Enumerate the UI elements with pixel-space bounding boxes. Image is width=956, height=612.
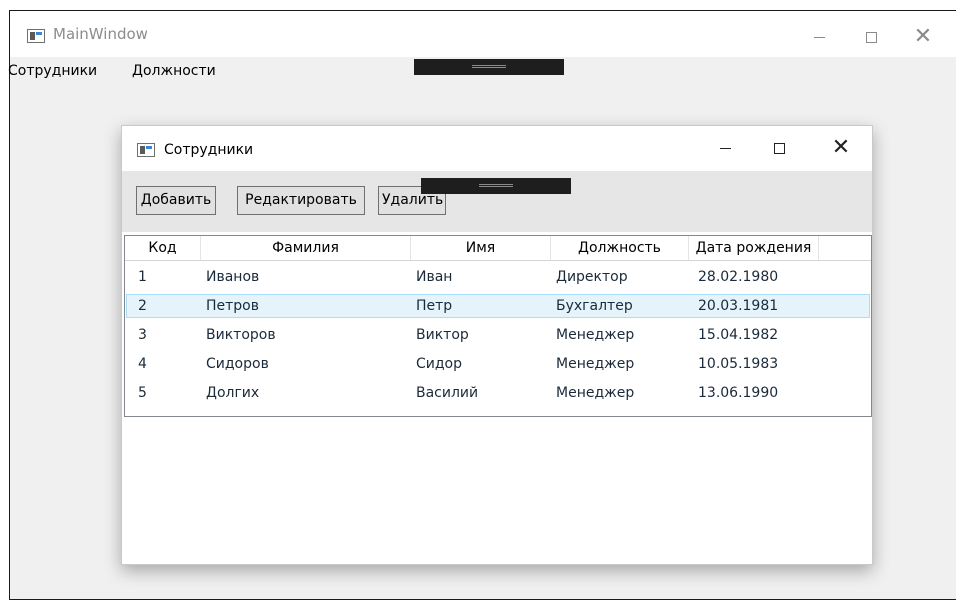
window-icon [27, 29, 45, 43]
cell-firstname: Сидор [416, 356, 463, 372]
close-button[interactable]: ✕ [900, 21, 946, 53]
cell-birthdate: 20.03.1981 [698, 298, 779, 314]
cell-lastname: Викторов [206, 327, 276, 343]
close-button[interactable]: ✕ [818, 132, 864, 164]
cell-id: 3 [138, 327, 147, 343]
cell-firstname: Виктор [416, 327, 469, 343]
menu-item-positions[interactable]: Должности [132, 63, 216, 79]
debug-toolbar-handle[interactable] [414, 59, 564, 75]
column-header-firstname[interactable]: Имя [411, 236, 551, 260]
grid-header: Код Фамилия Имя Должность Дата рождения [125, 236, 871, 261]
cell-id: 4 [138, 356, 147, 372]
debug-toolbar-handle[interactable] [421, 178, 571, 194]
main-window-title: MainWindow [53, 25, 148, 43]
cell-position: Менеджер [556, 385, 635, 401]
column-header-id[interactable]: Код [125, 236, 201, 260]
column-header-lastname[interactable]: Фамилия [201, 236, 411, 260]
cell-lastname: Иванов [206, 269, 260, 285]
cell-firstname: Петр [416, 298, 453, 314]
window-icon [137, 143, 155, 157]
table-row[interactable]: 1 Иванов Иван Директор 28.02.1980 [126, 265, 870, 289]
cell-id: 5 [138, 385, 147, 401]
main-window: MainWindow ✕ Сотрудники Должности Сотруд… [8, 10, 956, 600]
main-titlebar[interactable]: MainWindow ✕ [10, 11, 956, 57]
cell-id: 1 [138, 269, 147, 285]
column-header-birthdate[interactable]: Дата рождения [689, 236, 819, 260]
child-window-title: Сотрудники [164, 142, 254, 158]
child-titlebar[interactable]: Сотрудники ✕ [122, 126, 872, 171]
cell-position: Директор [556, 269, 628, 285]
edit-button[interactable]: Редактировать [237, 186, 365, 215]
cell-firstname: Иван [416, 269, 453, 285]
cell-lastname: Долгих [206, 385, 260, 401]
table-row[interactable]: 4 Сидоров Сидор Менеджер 10.05.1983 [126, 352, 870, 376]
employees-window: Сотрудники ✕ Добавить Редактировать Удал… [121, 125, 873, 565]
cell-lastname: Петров [206, 298, 259, 314]
close-icon: ✕ [913, 24, 933, 49]
cell-firstname: Василий [416, 385, 479, 401]
cell-birthdate: 28.02.1980 [698, 269, 779, 285]
add-button[interactable]: Добавить [136, 186, 216, 215]
maximize-button[interactable] [848, 21, 894, 53]
menu-item-employees[interactable]: Сотрудники [8, 63, 97, 79]
employees-grid[interactable]: Код Фамилия Имя Должность Дата рождения … [124, 235, 872, 417]
table-row[interactable]: 3 Викторов Виктор Менеджер 15.04.1982 [126, 323, 870, 347]
cell-lastname: Сидоров [206, 356, 269, 372]
cell-birthdate: 10.05.1983 [698, 356, 779, 372]
cell-birthdate: 13.06.1990 [698, 385, 779, 401]
cell-birthdate: 15.04.1982 [698, 327, 779, 343]
column-header-position[interactable]: Должность [551, 236, 689, 260]
cell-position: Бухгалтер [556, 298, 633, 314]
minimize-button[interactable] [702, 132, 748, 164]
maximize-icon [773, 142, 785, 154]
minimize-button[interactable] [796, 21, 842, 53]
cell-id: 2 [138, 298, 147, 314]
close-icon: ✕ [831, 135, 851, 160]
table-row[interactable]: 2 Петров Петр Бухгалтер 20.03.1981 [126, 294, 870, 318]
minimize-icon [813, 36, 825, 38]
table-row[interactable]: 5 Долгих Василий Менеджер 13.06.1990 [126, 381, 870, 405]
maximize-button[interactable] [756, 132, 802, 164]
cell-position: Менеджер [556, 327, 635, 343]
maximize-icon [865, 31, 877, 43]
minimize-icon [719, 147, 731, 149]
cell-position: Менеджер [556, 356, 635, 372]
